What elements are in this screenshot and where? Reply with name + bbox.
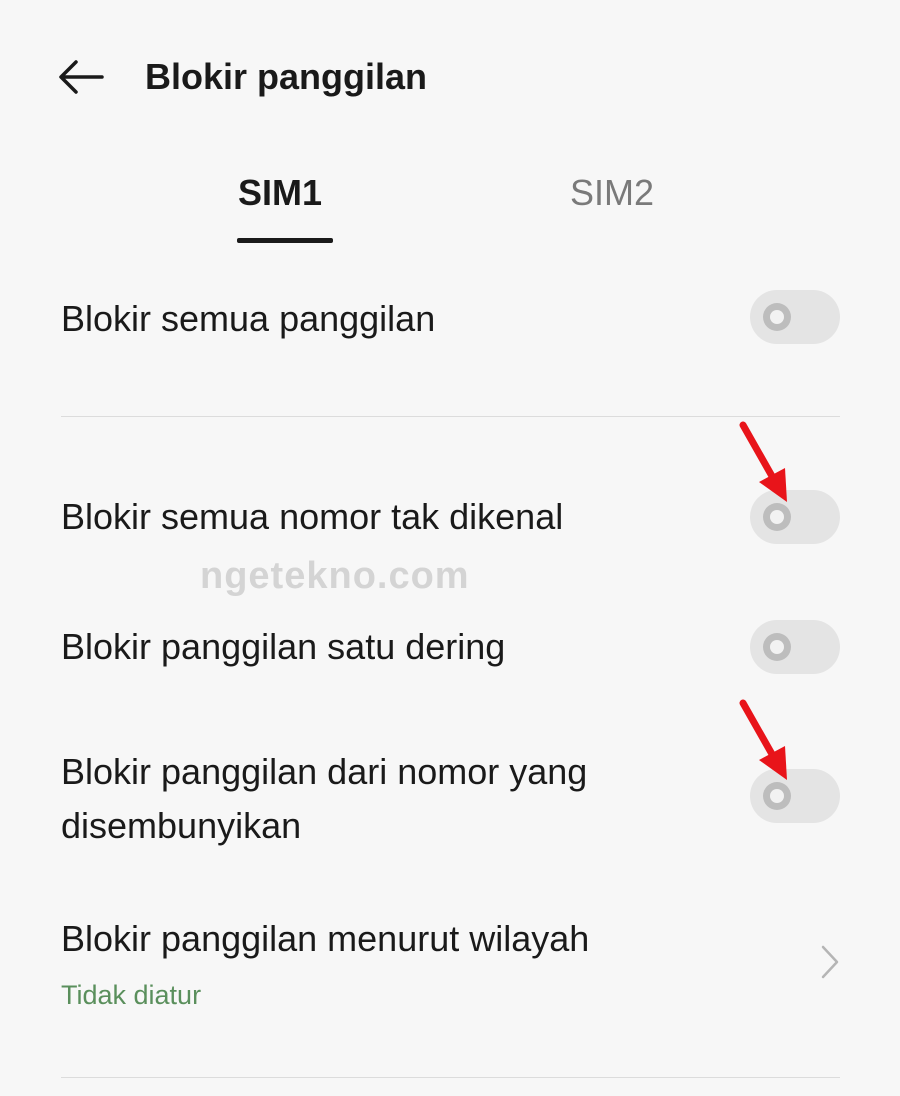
- page-title: Blokir panggilan: [145, 56, 428, 97]
- toggle-knob: [763, 503, 791, 531]
- annotation-arrow-icon: [739, 699, 787, 780]
- section-divider: [61, 416, 840, 417]
- setting-row-region-block[interactable]: Blokir panggilan menurut wilayah Tidak d…: [0, 912, 900, 1022]
- toggle-knob: [763, 782, 791, 810]
- setting-label-block-all: Blokir semua panggilan: [61, 298, 436, 339]
- setting-label-region-block: Blokir panggilan menurut wilayah: [61, 918, 590, 959]
- setting-label-one-ring: Blokir panggilan satu dering: [61, 626, 506, 667]
- tab-sim1[interactable]: SIM1: [238, 170, 322, 216]
- toggle-knob: [763, 633, 791, 661]
- region-block-status: Tidak diatur: [61, 980, 202, 1010]
- annotation-arrow-icon: [739, 421, 787, 502]
- bottom-divider: [61, 1077, 840, 1078]
- toggle-one-ring[interactable]: [750, 620, 840, 674]
- sim-tabs: SIM1 SIM2: [0, 160, 900, 250]
- setting-label-hidden-numbers: Blokir panggilan dari nomor yang disembu…: [61, 751, 588, 846]
- toggle-knob: [763, 303, 791, 331]
- chevron-right-icon: [812, 940, 848, 984]
- setting-label-block-unknown: Blokir semua nomor tak dikenal: [61, 496, 564, 537]
- active-tab-indicator: [237, 238, 333, 243]
- tab-sim2[interactable]: SIM2: [570, 170, 654, 216]
- toggle-block-all[interactable]: [750, 290, 840, 344]
- watermark: ngetekno.com: [200, 555, 470, 597]
- setting-row-block-all[interactable]: Blokir semua panggilan: [0, 290, 900, 350]
- arrow-left-icon: [59, 60, 104, 94]
- app-header: Blokir panggilan: [0, 0, 900, 150]
- setting-row-one-ring[interactable]: Blokir panggilan satu dering: [0, 620, 900, 680]
- back-button[interactable]: [50, 52, 110, 102]
